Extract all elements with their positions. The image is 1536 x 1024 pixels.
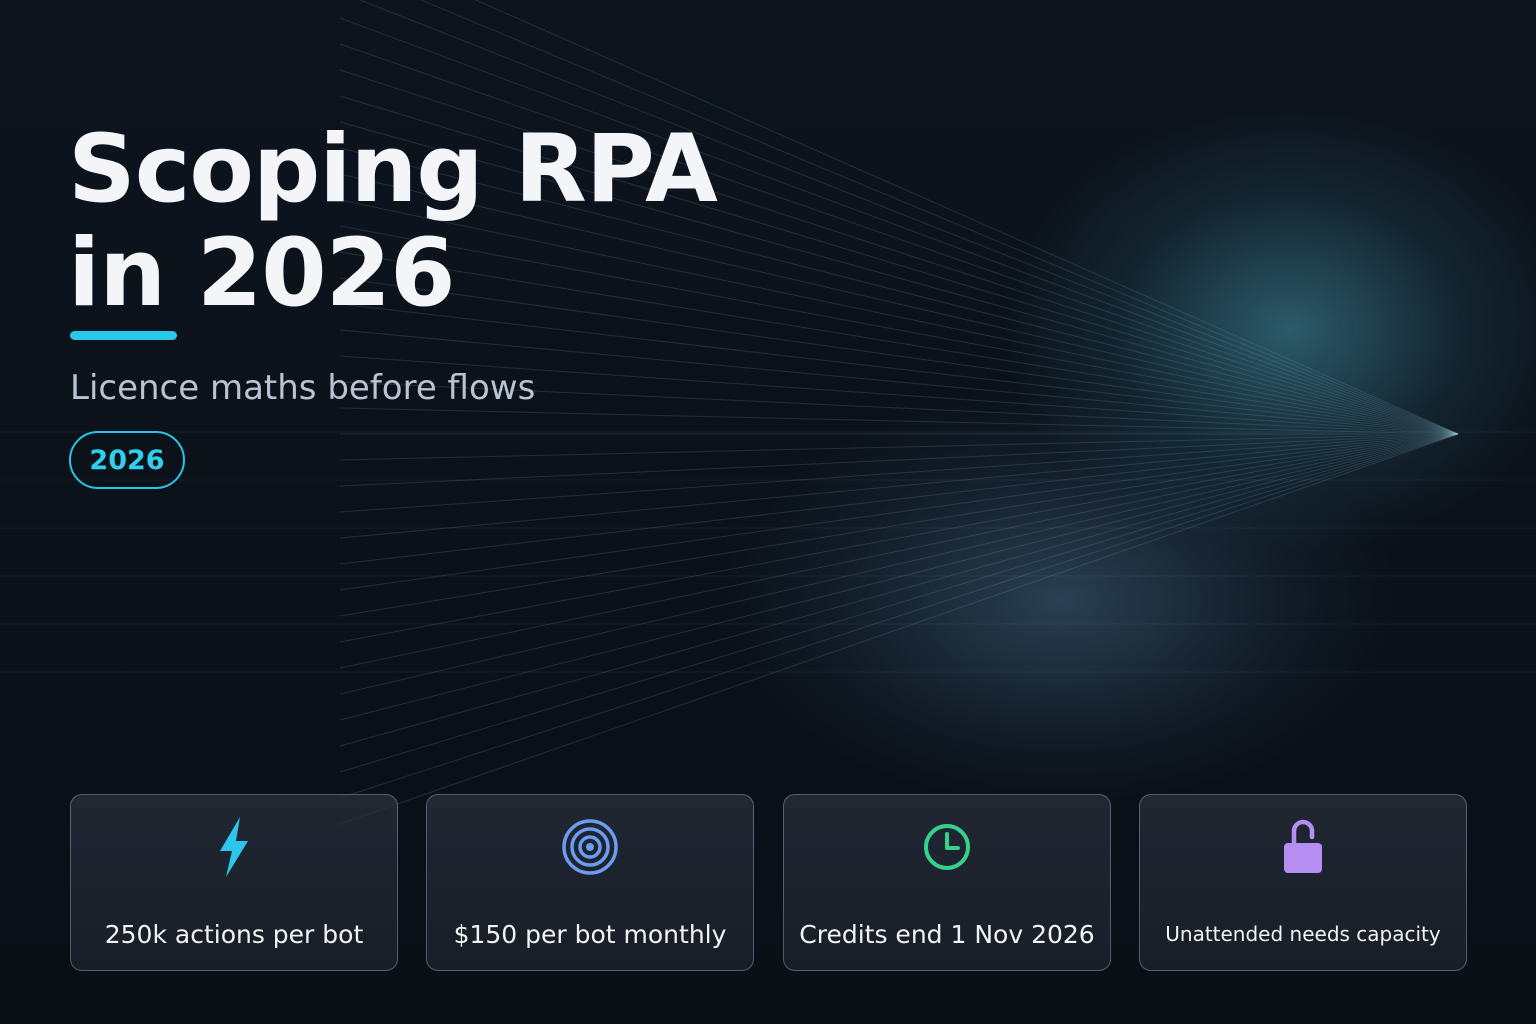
feature-card-label: 250k actions per bot — [104, 920, 364, 949]
perspective-ray — [339, 433, 1459, 461]
title-year-text: 2026 — [165, 219, 456, 328]
lightning-bolt-icon — [220, 817, 248, 877]
perspective-ray — [339, 433, 1459, 539]
perspective-ray — [339, 433, 1459, 747]
feature-card-credits: Credits end 1 Nov 2026 — [783, 794, 1111, 971]
hero-banner: Scoping RPA in 2026 Licence maths before… — [0, 0, 1536, 1024]
title-highlight-word: in — [68, 219, 178, 340]
feature-card-actions: 250k actions per bot — [70, 794, 398, 971]
feature-card-label: Unattended needs capacity — [1165, 922, 1441, 946]
feature-card-capacity: Unattended needs capacity — [1139, 794, 1467, 971]
perspective-ray — [339, 433, 1459, 617]
year-badge: 2026 — [69, 431, 185, 489]
perspective-ray — [339, 433, 1459, 773]
perspective-ray — [339, 433, 1459, 799]
feature-card-pricing: $150 per bot monthly — [426, 794, 754, 971]
perspective-ray — [339, 433, 1459, 565]
perspective-ray — [339, 433, 1459, 721]
page-title: Scoping RPA in 2026 — [68, 115, 718, 340]
target-icon — [562, 819, 618, 875]
perspective-ray — [339, 433, 1459, 669]
feature-card-label: $150 per bot monthly — [453, 920, 727, 949]
perspective-ray — [339, 407, 1459, 435]
title-highlight-text: in — [68, 219, 166, 328]
perspective-ray — [339, 433, 1459, 825]
feature-card-label: Credits end 1 Nov 2026 — [799, 920, 1095, 949]
subtitle: Licence maths before flows — [70, 368, 536, 408]
clock-icon — [924, 824, 970, 870]
title-underline-accent — [70, 331, 178, 340]
lock-icon — [1284, 819, 1322, 873]
title-line-2: in 2026 — [68, 219, 717, 340]
perspective-ray — [339, 433, 1459, 643]
title-line-1: Scoping RPA — [68, 115, 718, 224]
perspective-ray — [339, 433, 1459, 487]
perspective-ray — [339, 433, 1459, 591]
